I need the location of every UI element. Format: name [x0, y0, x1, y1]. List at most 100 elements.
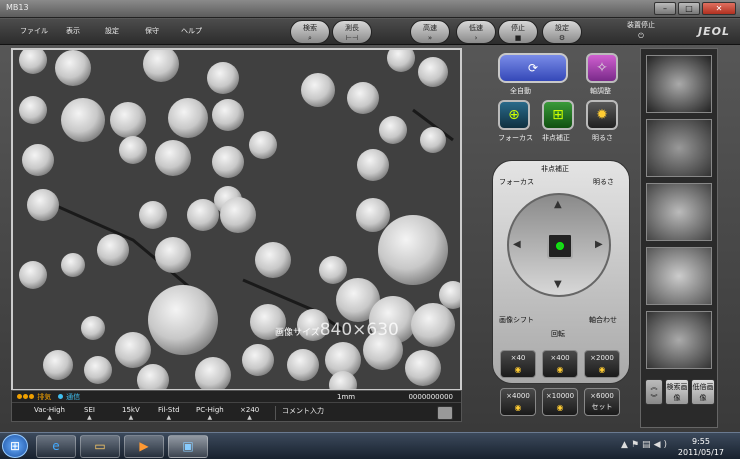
- app-window-icon: ▣: [182, 439, 194, 453]
- thumbnail-image[interactable]: [646, 311, 712, 369]
- param-probe-current-label: PC-High: [196, 406, 224, 414]
- mag-x400-button[interactable]: ×400 ◉: [542, 350, 578, 378]
- mag-x40-label: ×40: [510, 354, 526, 362]
- control-panel: ⟳ 全自動 ✧ 軸調整 ⊕ フォーカス ⊞ 非点補正 ✹ 明るさ 非点補正 フォ…: [492, 48, 630, 428]
- taskbar-ie[interactable]: e: [36, 435, 76, 458]
- menu-help[interactable]: ヘルプ: [181, 26, 202, 36]
- magnifier-icon: ◉: [514, 403, 522, 412]
- folder-icon: ▭: [94, 439, 106, 453]
- high-speed-button[interactable]: 高速 »: [410, 20, 450, 44]
- search-button[interactable]: 検索 ⌕: [290, 20, 330, 44]
- scale-bar-label: 1mm: [337, 393, 356, 401]
- axis-adjust-label: 軸調整: [590, 87, 611, 95]
- sun-icon: ✹: [596, 107, 608, 123]
- param-probe-current[interactable]: PC-High ▲: [196, 406, 224, 421]
- auto-label: 全自動: [510, 87, 531, 95]
- mag-x6000-label: ×6000: [590, 392, 614, 400]
- thumbnail-image[interactable]: [646, 55, 712, 113]
- pad-brightness-label[interactable]: 明るさ: [593, 177, 614, 187]
- direction-pad[interactable]: ▲ ▼ ◀ ▶: [507, 193, 611, 297]
- pad-astig-label[interactable]: 非点補正: [541, 164, 569, 174]
- tray-arrow-icon[interactable]: ▲: [621, 440, 631, 450]
- start-button[interactable]: ⊞: [2, 434, 28, 458]
- param-magnification-label: ×240: [240, 406, 260, 414]
- taskbar-explorer[interactable]: ▭: [80, 435, 120, 458]
- stop-button[interactable]: 停止 ■: [498, 20, 538, 44]
- pad-image-shift-label[interactable]: 画像シフト: [499, 315, 534, 325]
- maximize-button[interactable]: □: [678, 2, 700, 15]
- windows-logo-icon: ⊞: [9, 439, 21, 453]
- mag-x10000-label: ×10000: [545, 392, 575, 400]
- frame-counter: 0000000000: [408, 393, 453, 401]
- axis-adjust-button[interactable]: ✧: [586, 53, 618, 83]
- param-voltage[interactable]: 15kV ▲: [122, 406, 140, 421]
- volume-icon[interactable]: ◀): [654, 440, 670, 450]
- flag-icon[interactable]: ⚑: [631, 440, 642, 450]
- chevron-icon: ›: [474, 34, 478, 42]
- menu-bar: ファイル 表示 設定 保守 ヘルプ 検索 ⌕ 測長 ⊢⊣ 高速 » 低速 › 停…: [0, 19, 740, 45]
- caret-up-icon: ▲: [207, 414, 213, 421]
- close-button[interactable]: ✕: [702, 2, 736, 15]
- low-speed-button[interactable]: 低速 ›: [456, 20, 496, 44]
- search-icon: ⌕: [308, 34, 312, 42]
- mag-x10000-button[interactable]: ×10000 ◉: [542, 388, 578, 416]
- mag-x2000-button[interactable]: ×2000 ◉: [584, 350, 620, 378]
- thumbnail-image[interactable]: [646, 119, 712, 177]
- center-button[interactable]: [547, 233, 573, 259]
- settings-label: 設定: [555, 24, 569, 32]
- arrow-up-icon[interactable]: ▲: [554, 199, 562, 210]
- system-tray[interactable]: ▲⚑▤◀): [621, 440, 670, 450]
- thumbnail-image[interactable]: [646, 247, 712, 305]
- param-detector[interactable]: SEI ▲: [84, 406, 95, 421]
- search-image-button[interactable]: 検索画像: [665, 379, 689, 405]
- sem-image-viewer[interactable]: 画像サイズ840×630: [11, 48, 462, 391]
- menu-file[interactable]: ファイル: [20, 26, 48, 36]
- mag-x40-button[interactable]: ×40 ◉: [500, 350, 536, 378]
- focus-button[interactable]: ⊕: [498, 100, 530, 130]
- param-voltage-label: 15kV: [122, 406, 140, 414]
- clock-time: 9:55: [691, 437, 710, 446]
- comment-input[interactable]: コメント入力: [275, 406, 415, 420]
- thumbnail-image[interactable]: [646, 183, 712, 241]
- arrow-right-icon[interactable]: ▶: [595, 239, 603, 250]
- settings-button[interactable]: 設定 ⚙: [542, 20, 582, 44]
- crosshair-icon: ⊕: [508, 107, 520, 123]
- ruler-icon: ⊢⊣: [345, 34, 359, 42]
- minimize-button[interactable]: –: [654, 2, 676, 15]
- menu-settings[interactable]: 設定: [105, 26, 119, 36]
- pad-rotate-label[interactable]: 回転: [551, 329, 565, 339]
- double-chevron-icon: »: [427, 34, 433, 42]
- auto-button[interactable]: ⟳: [498, 53, 568, 83]
- title-bar: MB13 – □ ✕: [0, 0, 740, 18]
- arrow-down-icon[interactable]: ▼: [554, 279, 562, 290]
- param-filament-label: Fil-Std: [158, 406, 180, 414]
- param-vacuum[interactable]: Vac-High ▲: [34, 406, 65, 421]
- device-stop-button[interactable]: 装置停止 ⏻: [620, 20, 662, 44]
- param-magnification[interactable]: ×240 ▲: [240, 406, 259, 421]
- magnifier-icon: ◉: [514, 365, 522, 374]
- param-filament[interactable]: Fil-Std ▲: [158, 406, 180, 421]
- gear-icon: ⚙: [558, 34, 566, 42]
- pad-focus-label[interactable]: フォーカス: [499, 177, 534, 187]
- save-icon[interactable]: [437, 406, 453, 420]
- mag-x6000-set-button[interactable]: ×6000 セット: [584, 388, 620, 416]
- pad-axis-align-label[interactable]: 軸合わせ: [589, 315, 617, 325]
- mag-x4000-button[interactable]: ×4000 ◉: [500, 388, 536, 416]
- arrow-left-icon[interactable]: ◀: [513, 239, 521, 250]
- search-label: 検索: [303, 24, 317, 32]
- taskbar: ⊞ e ▭ ▶ ▣ ▲⚑▤◀) 9:55 2011/05/17: [0, 432, 740, 459]
- menu-view[interactable]: 表示: [66, 26, 80, 36]
- image-size-overlay: 画像サイズ840×630: [275, 320, 399, 340]
- low-mag-image-button[interactable]: 低倍画像: [691, 379, 715, 405]
- taskbar-clock[interactable]: 9:55 2011/05/17: [678, 436, 724, 458]
- network-icon[interactable]: ▤: [642, 440, 654, 450]
- astig-button[interactable]: ⊞: [542, 100, 574, 130]
- brightness-button[interactable]: ✹: [586, 100, 618, 130]
- taskbar-media[interactable]: ▶: [124, 435, 164, 458]
- menu-maintenance[interactable]: 保守: [145, 26, 159, 36]
- measure-button[interactable]: 測長 ⊢⊣: [332, 20, 372, 44]
- scroll-chevron-icon[interactable]: ︽ ︾: [645, 379, 663, 405]
- measure-label: 測長: [345, 24, 359, 32]
- taskbar-app[interactable]: ▣: [168, 435, 208, 458]
- indicator-dot: [29, 394, 34, 399]
